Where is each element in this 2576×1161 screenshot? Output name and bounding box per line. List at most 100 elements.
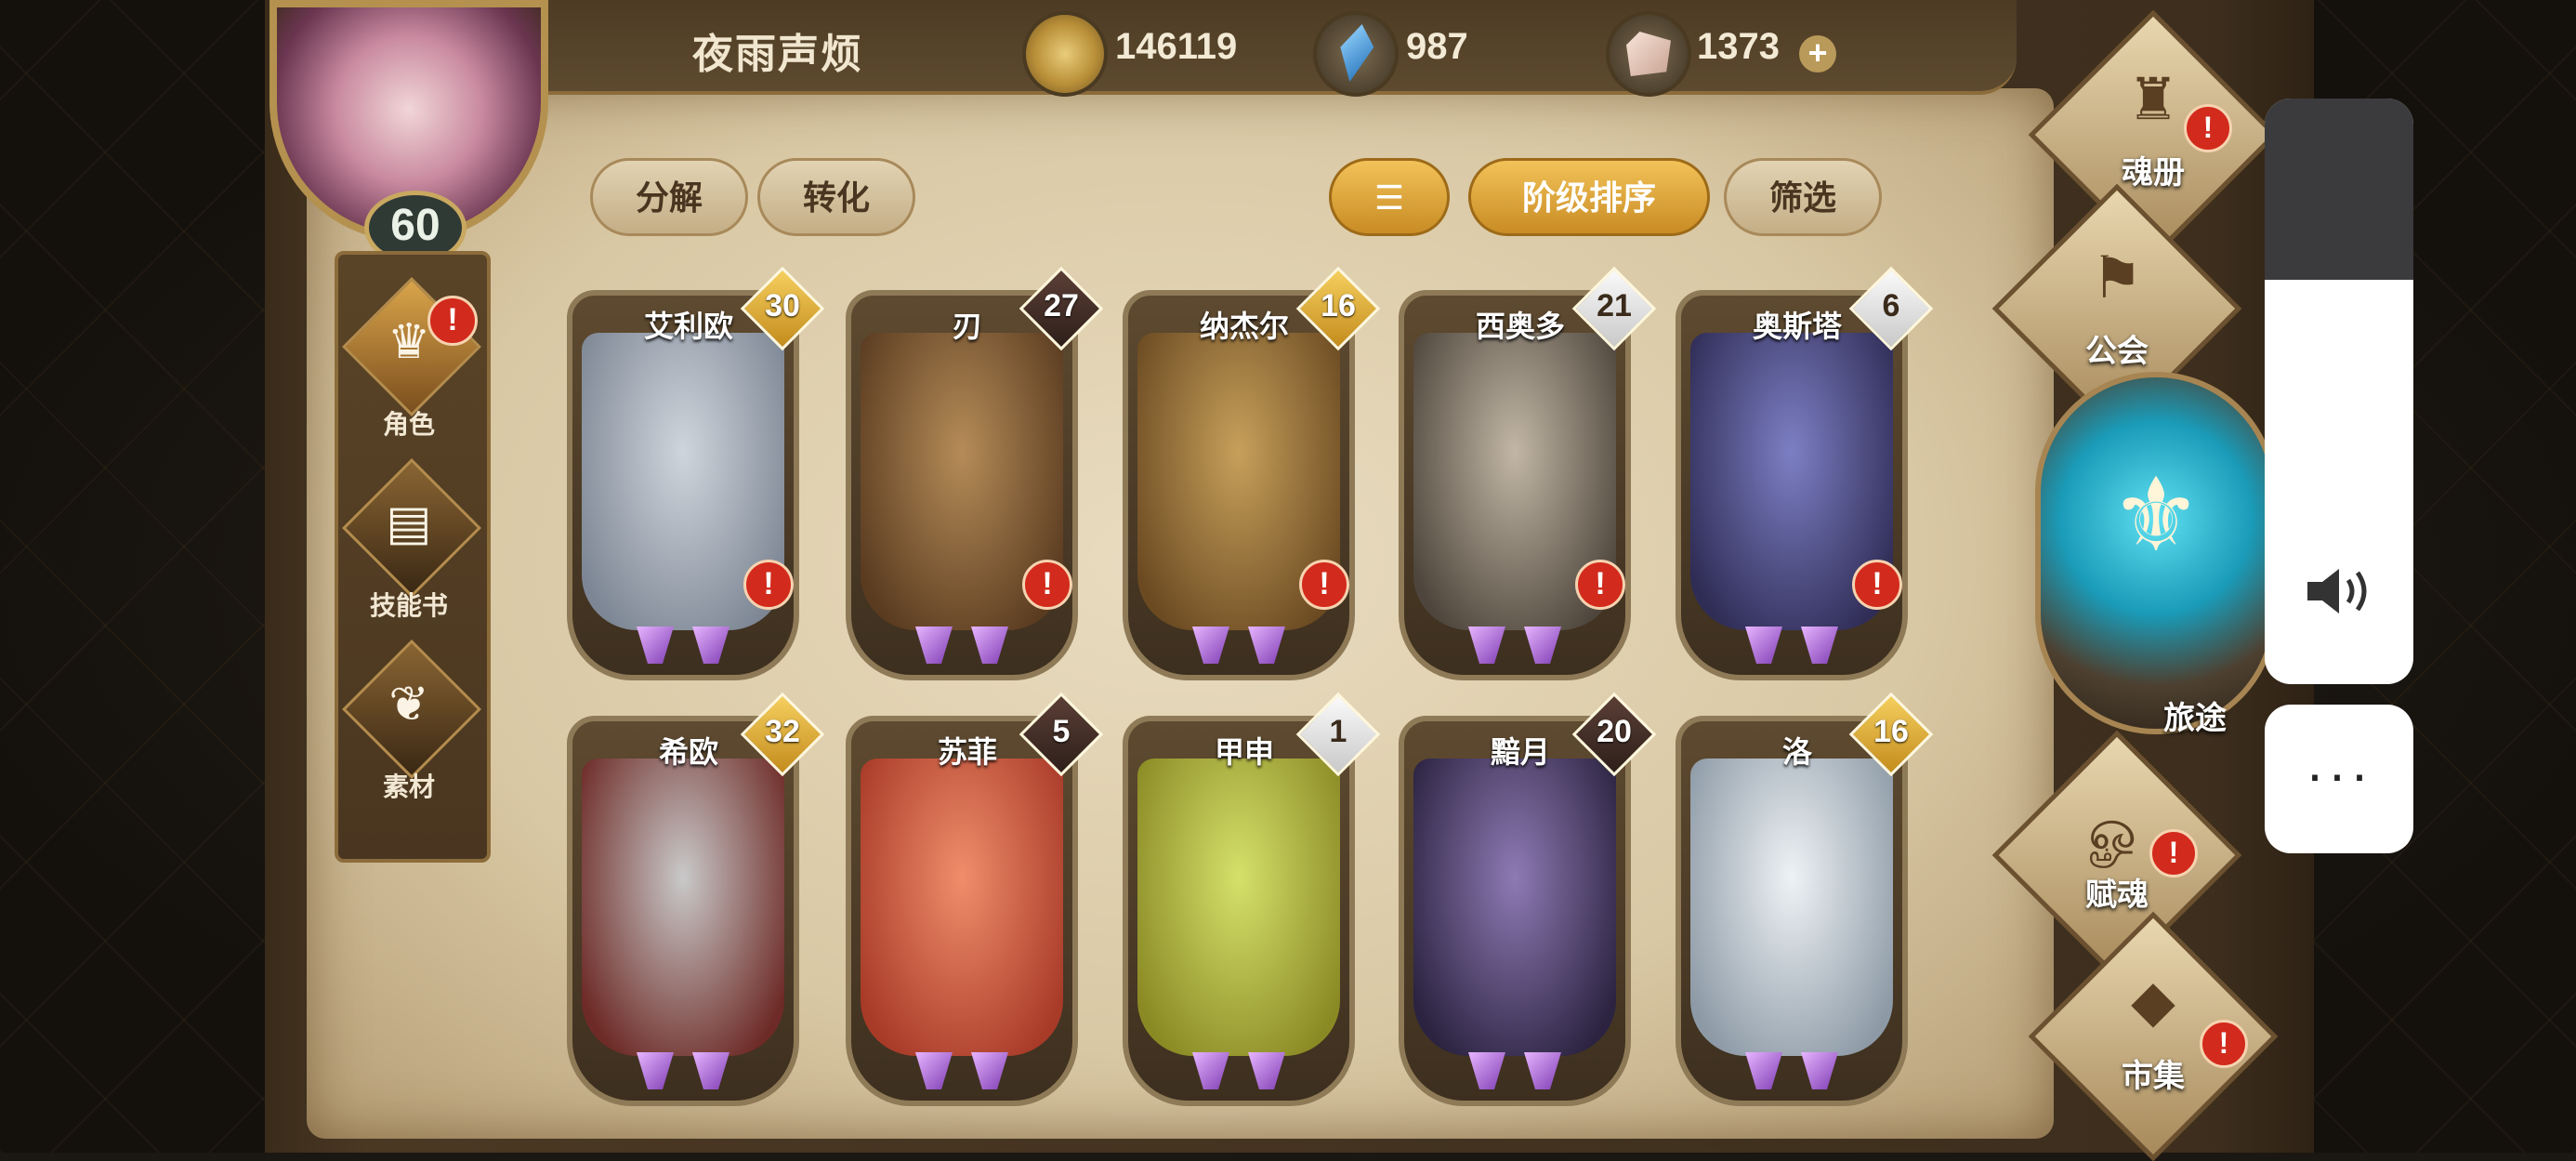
hero-card[interactable]: 苏菲 5 bbox=[846, 692, 1104, 1106]
hero-alert-icon: ! bbox=[1299, 560, 1349, 610]
market-gem-icon: ◆ bbox=[2131, 970, 2175, 1034]
hero-card[interactable]: 黯月 20 bbox=[1399, 692, 1657, 1106]
side-item-label: 角色 bbox=[382, 410, 435, 439]
gold-coin-icon bbox=[1022, 11, 1108, 97]
rank-gem-icon bbox=[1801, 1052, 1838, 1089]
rank-gem-icon bbox=[1524, 627, 1561, 664]
hero-rank-gems bbox=[618, 627, 748, 667]
hero-card[interactable]: 艾利欧 30! bbox=[567, 266, 825, 680]
rank-gem-icon bbox=[915, 1052, 953, 1089]
rank-gem-icon bbox=[637, 627, 674, 664]
crystal-icon bbox=[1606, 11, 1691, 97]
blue-gem-icon bbox=[1313, 11, 1399, 97]
rank-gem-icon bbox=[1248, 627, 1285, 664]
hero-card[interactable]: 奥斯塔 6! bbox=[1676, 266, 1934, 680]
hero-rank-gems bbox=[1450, 1052, 1580, 1093]
rank-gem-icon bbox=[1248, 1052, 1285, 1089]
hero-level: 1 bbox=[1329, 714, 1347, 749]
hero-portrait bbox=[861, 759, 1063, 1056]
hero-level: 16 bbox=[1321, 288, 1356, 323]
character-alert-icon: ! bbox=[427, 296, 478, 346]
hero-card[interactable]: 西奥多 21! bbox=[1399, 266, 1657, 680]
tier-sort-button[interactable]: 阶级排序 bbox=[1468, 158, 1710, 236]
decompose-button[interactable]: 分解 bbox=[590, 158, 748, 236]
rank-gem-icon bbox=[1745, 1052, 1782, 1089]
add-crystal-button[interactable]: + bbox=[1799, 35, 1836, 73]
hero-portrait bbox=[1690, 759, 1893, 1056]
filter-button[interactable]: 筛选 bbox=[1724, 158, 1882, 236]
convert-button[interactable]: 转化 bbox=[757, 158, 915, 236]
sort-order-button[interactable]: ☰ bbox=[1329, 158, 1450, 236]
hero-level: 30 bbox=[765, 288, 800, 323]
speaker-icon bbox=[2307, 569, 2367, 613]
rank-gem-icon bbox=[1801, 627, 1838, 664]
hero-alert-icon: ! bbox=[1575, 560, 1625, 610]
soul-endow-label: 赋魂 bbox=[2085, 877, 2149, 913]
hero-level: 16 bbox=[1873, 714, 1909, 749]
hero-card[interactable]: 刃 27! bbox=[846, 266, 1104, 680]
hero-card-frame: 纳杰尔 bbox=[1123, 290, 1355, 680]
side-item-character[interactable]: ♛ ! 角色 bbox=[335, 277, 483, 465]
hero-portrait bbox=[582, 759, 784, 1056]
crystal-amount: 1373 bbox=[1697, 26, 1780, 67]
side-item-label: 技能书 bbox=[369, 591, 448, 620]
hero-level: 21 bbox=[1597, 288, 1632, 323]
hero-rank-gems bbox=[897, 627, 1027, 667]
rank-gem-icon bbox=[1468, 1052, 1505, 1089]
hero-level: 27 bbox=[1044, 288, 1079, 323]
hero-rank-gems bbox=[618, 1052, 748, 1093]
volume-slider[interactable] bbox=[2265, 99, 2413, 684]
rank-gem-icon bbox=[915, 627, 953, 664]
hero-rank-gems bbox=[1727, 627, 1857, 667]
rank-gem-icon bbox=[1192, 1052, 1229, 1089]
hero-card-frame: 黯月 bbox=[1399, 716, 1631, 1106]
sort-icon: ☰ bbox=[1373, 178, 1405, 217]
rank-gem-icon bbox=[692, 1052, 729, 1089]
rank-gem-icon bbox=[1745, 627, 1782, 664]
side-item-label: 素材 bbox=[382, 772, 435, 801]
more-options-button[interactable]: ··· bbox=[2265, 705, 2413, 853]
player-name: 夜雨声烦 bbox=[692, 32, 863, 77]
hero-card-frame: 洛 bbox=[1676, 716, 1908, 1106]
hero-rank-gems bbox=[897, 1052, 1027, 1093]
hero-alert-icon: ! bbox=[1022, 560, 1072, 610]
side-item-skill-book[interactable]: ▤ 技能书 bbox=[335, 458, 483, 646]
guild-icon: ⚑ bbox=[2091, 246, 2143, 310]
hero-rank-gems bbox=[1727, 1052, 1857, 1093]
hero-portrait bbox=[1137, 759, 1340, 1056]
hero-card[interactable]: 甲申 1 bbox=[1123, 692, 1381, 1106]
hero-card-frame: 希欧 bbox=[567, 716, 799, 1106]
rank-gem-icon bbox=[1468, 627, 1505, 664]
hero-level: 6 bbox=[1882, 288, 1900, 323]
hero-card[interactable]: 希欧 32 bbox=[567, 692, 825, 1106]
rank-gem-icon bbox=[971, 1052, 1008, 1089]
material-icon: ❦ bbox=[388, 678, 429, 732]
rank-gem-icon bbox=[1192, 627, 1229, 664]
soul-endow-icon: ௐ bbox=[2088, 798, 2146, 863]
journey-emblem-icon: ⚜ bbox=[2109, 458, 2202, 573]
rank-gem-icon bbox=[692, 627, 729, 664]
hero-card-frame: 刃 bbox=[846, 290, 1078, 680]
rank-gem-icon bbox=[637, 1052, 674, 1089]
market-label: 市集 bbox=[2122, 1059, 2185, 1094]
hero-rank-gems bbox=[1450, 627, 1580, 667]
hero-portrait bbox=[1413, 759, 1616, 1056]
more-icon: ··· bbox=[2306, 743, 2372, 805]
hero-alert-icon: ! bbox=[1852, 560, 1902, 610]
hero-rank-gems bbox=[1174, 627, 1304, 667]
hero-level: 20 bbox=[1597, 714, 1632, 749]
soul-book-alert-icon: ! bbox=[2184, 104, 2232, 152]
guild-label: 公会 bbox=[2085, 334, 2149, 369]
volume-track-empty bbox=[2265, 99, 2413, 280]
hero-card[interactable]: 纳杰尔 16! bbox=[1123, 266, 1381, 680]
hero-card-frame: 奥斯塔 bbox=[1676, 290, 1908, 680]
soul-book-label: 魂册 bbox=[2122, 155, 2185, 191]
hero-alert-icon: ! bbox=[743, 560, 794, 610]
hero-card[interactable]: 洛 16 bbox=[1676, 692, 1934, 1106]
hero-card-frame: 艾利欧 bbox=[567, 290, 799, 680]
journey-label: 旅途 bbox=[2163, 701, 2227, 736]
hero-level: 32 bbox=[765, 714, 800, 749]
side-item-material[interactable]: ❦ 素材 bbox=[335, 640, 483, 827]
gold-amount: 146119 bbox=[1115, 26, 1238, 67]
rank-gem-icon bbox=[1524, 1052, 1561, 1089]
